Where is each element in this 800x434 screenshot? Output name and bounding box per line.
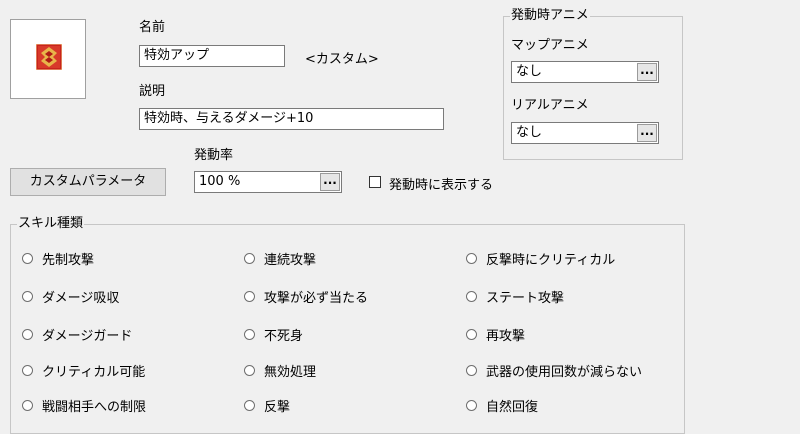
skill-type-radio[interactable]: 反撃時にクリティカル — [466, 249, 615, 268]
skill-types-title: スキル種類 — [17, 216, 85, 232]
skill-type-radio[interactable]: 連続攻撃 — [244, 249, 316, 268]
radio-circle-icon[interactable] — [466, 365, 477, 376]
radio-circle-icon[interactable] — [466, 329, 477, 340]
skill-icon-preview[interactable] — [10, 19, 86, 99]
skill-type-label: 無効処理 — [264, 365, 317, 380]
show-on-activate-label: 発動時に表示する — [389, 178, 494, 193]
radio-circle-icon[interactable] — [22, 329, 33, 340]
radio-circle-icon[interactable] — [466, 253, 477, 264]
skill-type-label: 再攻撃 — [486, 329, 526, 344]
description-field[interactable]: 特効時、与えるダメージ+10 — [139, 108, 444, 130]
activation-anime-title: 発動時アニメ — [510, 8, 590, 24]
skill-type-label: 反撃 — [264, 400, 291, 415]
skill-type-radio[interactable]: クリティカル可能 — [22, 361, 145, 380]
skill-type-label: クリティカル可能 — [42, 365, 146, 380]
skill-type-label: 攻撃が必ず当たる — [264, 291, 369, 306]
skill-type-radio[interactable]: 反撃 — [244, 396, 290, 415]
real-anime-browse-button[interactable]: ... — [637, 124, 657, 142]
skill-type-label: ステート攻撃 — [486, 291, 565, 306]
skill-type-radio[interactable]: ダメージ吸収 — [22, 287, 119, 306]
skill-type-label: 反撃時にクリティカル — [486, 253, 616, 268]
skill-type-radio[interactable]: 戦闘相手への制限 — [22, 396, 146, 415]
radio-circle-icon[interactable] — [244, 329, 255, 340]
skill-type-label: 戦闘相手への制限 — [42, 400, 147, 415]
skill-type-radio[interactable]: 不死身 — [244, 325, 303, 344]
radio-circle-icon[interactable] — [244, 291, 255, 302]
map-anime-browse-button[interactable]: ... — [637, 63, 657, 81]
skill-type-label: 不死身 — [264, 329, 304, 344]
skill-type-radio[interactable]: 武器の使用回数が減らない — [466, 361, 642, 380]
description-label: 説明 — [139, 84, 166, 99]
radio-circle-icon[interactable] — [466, 291, 477, 302]
map-anime-label: マップアニメ — [511, 38, 589, 53]
radio-circle-icon[interactable] — [244, 400, 255, 411]
skill-type-radio[interactable]: ダメージガード — [22, 325, 132, 344]
skill-icon — [36, 44, 62, 70]
real-anime-label: リアルアニメ — [511, 98, 589, 113]
custom-parameter-button[interactable]: カスタムパラメータ — [10, 168, 166, 196]
map-anime-value: なし — [516, 64, 543, 79]
real-anime-value: なし — [516, 125, 543, 140]
map-anime-select[interactable]: なし ... — [511, 61, 659, 83]
activation-rate-select[interactable]: 100 % ... — [194, 171, 342, 193]
activation-rate-label: 発動率 — [194, 148, 234, 163]
radio-circle-icon[interactable] — [466, 400, 477, 411]
skill-type-label: 武器の使用回数が減らない — [486, 365, 643, 380]
custom-tag: <カスタム> — [305, 52, 379, 67]
skill-type-label: 連続攻撃 — [264, 253, 317, 268]
skill-type-radio[interactable]: 先制攻撃 — [22, 249, 94, 268]
radio-circle-icon[interactable] — [22, 400, 33, 411]
name-label: 名前 — [139, 20, 166, 35]
skill-type-radio[interactable]: 無効処理 — [244, 361, 316, 380]
name-field[interactable]: 特効アップ — [139, 45, 285, 67]
skill-type-radio[interactable]: ステート攻撃 — [466, 287, 564, 306]
skill-type-label: 先制攻撃 — [42, 253, 95, 268]
skill-type-label: ダメージガード — [42, 329, 133, 344]
activation-rate-browse-button[interactable]: ... — [320, 173, 340, 191]
skill-type-radio[interactable]: 再攻撃 — [466, 325, 525, 344]
skill-type-radio[interactable]: 攻撃が必ず当たる — [244, 287, 368, 306]
radio-circle-icon[interactable] — [244, 253, 255, 264]
skill-type-radio[interactable]: 自然回復 — [466, 396, 538, 415]
radio-circle-icon[interactable] — [244, 365, 255, 376]
real-anime-select[interactable]: なし ... — [511, 122, 659, 144]
activation-rate-value: 100 % — [199, 174, 241, 189]
radio-circle-icon[interactable] — [22, 291, 33, 302]
skill-type-label: 自然回復 — [486, 400, 539, 415]
show-on-activate-checkbox[interactable] — [369, 176, 381, 188]
radio-circle-icon[interactable] — [22, 365, 33, 376]
radio-circle-icon[interactable] — [22, 253, 33, 264]
skill-type-label: ダメージ吸収 — [42, 291, 120, 306]
